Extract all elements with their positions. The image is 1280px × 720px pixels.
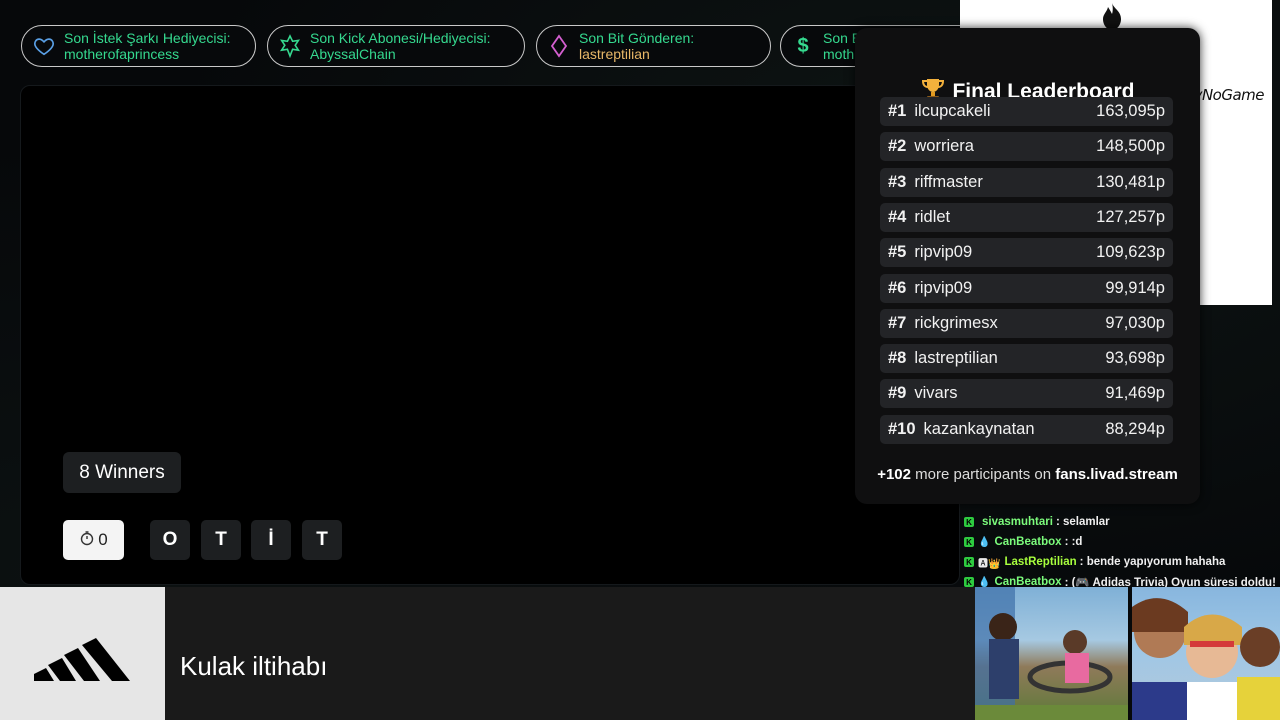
user-badge: 💧	[978, 536, 991, 548]
leaderboard-row: #4 ridlet 127,257p	[880, 202, 1173, 232]
rank: #10	[888, 419, 916, 438]
alert-kick-subscriber: Son Kick Abonesi/Hediyecisi: AbyssalChai…	[267, 25, 525, 67]
leaderboard-row: #6 ripvip09 99,914p	[880, 273, 1173, 303]
player-name: ilcupcakeli	[914, 102, 991, 120]
leaderboard-row: #5 ripvip09 109,623p	[880, 238, 1173, 268]
player-score: 97,030p	[1105, 313, 1165, 332]
heart-icon	[32, 34, 56, 58]
rank: #6	[888, 278, 907, 297]
player-name: ripvip09	[914, 243, 973, 262]
leaderboard-row: #3 riffmaster 130,481p	[880, 167, 1173, 197]
player-name: vivars	[914, 384, 958, 403]
footer-site: fans.livad.stream	[1055, 466, 1178, 483]
player-score: 93,698p	[1105, 349, 1165, 368]
chat-text: : selamlar	[1055, 516, 1110, 528]
winners-badge: 8 Winners	[63, 452, 181, 493]
question-text: Kulak iltihabı	[180, 651, 328, 681]
dollar-icon: $	[797, 34, 809, 57]
chat-text: : :d	[1064, 536, 1083, 548]
adidas-logo-icon	[34, 638, 130, 681]
chat-username[interactable]: CanBeatbox	[994, 536, 1061, 548]
alert-song-gifter: Son İstek Şarkı Hediyecisi: motherofapri…	[21, 25, 256, 67]
player-name: worriera	[914, 137, 974, 156]
player-score: 148,500p	[1096, 137, 1165, 156]
rank: #3	[888, 172, 907, 191]
letter-tile: İ	[251, 520, 291, 560]
alert-value: motherofaprincess	[64, 46, 180, 62]
chat-message: K 💧 CanBeatbox: :d	[964, 532, 1276, 552]
rank: #5	[888, 243, 907, 262]
player-score: 163,095p	[1096, 102, 1165, 120]
chat-username[interactable]: sivasmuhtari	[982, 516, 1053, 528]
timer: 0	[63, 520, 124, 560]
rank: #8	[888, 349, 907, 368]
player-name: ridlet	[914, 207, 951, 226]
player-name: ripvip09	[914, 278, 973, 297]
participant-count: +102	[877, 466, 911, 483]
leaderboard-row: #9 vivars 91,469p	[880, 379, 1173, 409]
letter-tile: T	[201, 520, 241, 560]
alert-label: Son İstek Şarkı Hediyecisi:	[64, 30, 231, 46]
timer-value: 0	[98, 530, 108, 549]
user-badge: 💧	[978, 576, 991, 588]
letter-tile: T	[302, 520, 342, 560]
ad-photo-girls	[1132, 587, 1280, 720]
leaderboard-row: #8 lastreptilian 93,698p	[880, 344, 1173, 374]
alert-value: AbyssalChain	[310, 46, 396, 62]
player-name: riffmaster	[914, 172, 983, 191]
kick-icon: K	[964, 537, 974, 547]
adidas-logo	[0, 587, 165, 720]
ad-photo-playground	[975, 587, 1128, 720]
game-panel	[20, 85, 960, 585]
player-score: 109,623p	[1096, 243, 1165, 262]
player-name: rickgrimesx	[914, 313, 998, 332]
alert-label: Son Kick Abonesi/Hediyecisi:	[310, 30, 491, 46]
leaderboard-footer: +102 more participants on fans.livad.str…	[855, 466, 1200, 483]
diamond-icon	[547, 34, 571, 58]
leaderboard-panel: Final Leaderboard #1 ilcupcakeli 163,095p #…	[855, 28, 1200, 504]
leaderboard-row: #2 worriera 148,500p	[880, 132, 1173, 162]
footer-text: more participants on	[915, 466, 1052, 483]
rank: #1	[888, 102, 907, 120]
user-badge: 🅰👑	[978, 558, 1001, 570]
rank: #7	[888, 313, 907, 332]
chat-feed: Ksivasmuhtari: selamlar K 💧 CanBeatbox: :d K…	[964, 512, 1276, 592]
alert-label: Son Bit Gönderen:	[579, 30, 695, 46]
kick-icon: K	[964, 517, 974, 527]
leaderboard-row: #7 rickgrimesx 97,030p	[880, 308, 1173, 338]
rank: #2	[888, 137, 907, 156]
chat-text: : bende yapıyorum hahaha	[1079, 556, 1226, 568]
rank: #4	[888, 207, 907, 226]
player-score: 127,257p	[1096, 207, 1165, 226]
stopwatch-icon	[79, 530, 95, 551]
chat-message: K 🅰👑 LastReptilian: bende yapıyorum hahaha	[964, 552, 1276, 572]
player-score: 88,294p	[1105, 419, 1165, 438]
alert-bit-sender: Son Bit Gönderen: lastreptilian	[536, 25, 771, 67]
player-name: kazankaynatan	[923, 419, 1035, 438]
kick-icon: K	[964, 557, 974, 567]
leaderboard-row: #10 kazankaynatan 88,294p	[880, 414, 1173, 444]
brand-text: yNoGame	[1193, 86, 1265, 104]
player-score: 91,469p	[1105, 384, 1165, 403]
rank: #9	[888, 384, 907, 403]
chat-message: Ksivasmuhtari: selamlar	[964, 512, 1276, 532]
player-score: 99,914p	[1105, 278, 1165, 297]
leaderboard-row: #1 ilcupcakeli 163,095p	[880, 97, 1173, 126]
chat-username[interactable]: LastReptilian	[1004, 556, 1076, 568]
question-bar: Kulak iltihabı	[0, 587, 975, 720]
player-name: lastreptilian	[914, 349, 998, 368]
letter-tile: O	[150, 520, 190, 560]
alert-value: lastreptilian	[579, 46, 650, 62]
star-icon	[278, 34, 302, 58]
player-score: 130,481p	[1096, 172, 1165, 191]
kick-icon: K	[964, 577, 974, 587]
